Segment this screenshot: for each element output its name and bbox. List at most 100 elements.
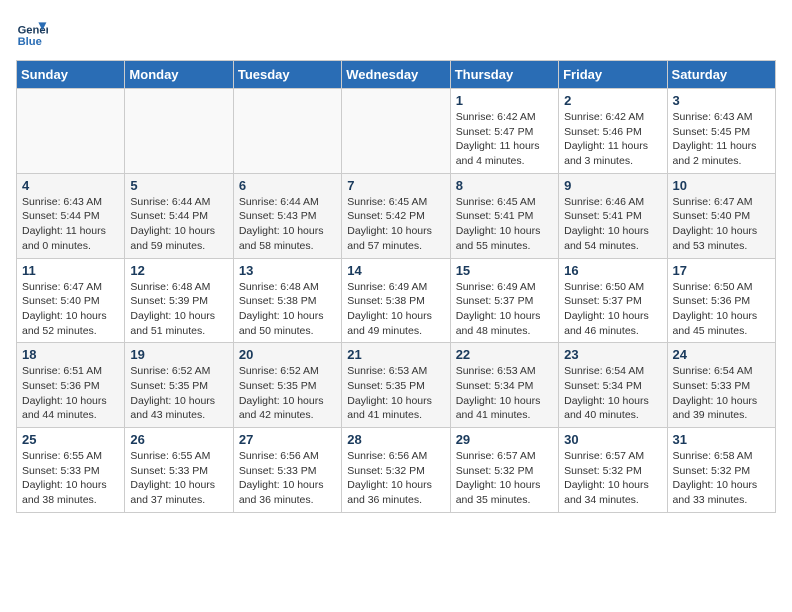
calendar-cell: 14 Sunrise: 6:49 AM Sunset: 5:38 PM Dayli… bbox=[342, 258, 450, 343]
day-number: 4 bbox=[22, 178, 119, 193]
day-info: Sunrise: 6:56 AM Sunset: 5:32 PM Dayligh… bbox=[347, 449, 444, 508]
day-number: 23 bbox=[564, 347, 661, 362]
day-info: Sunrise: 6:43 AM Sunset: 5:45 PM Dayligh… bbox=[673, 110, 770, 169]
calendar-cell: 22 Sunrise: 6:53 AM Sunset: 5:34 PM Dayli… bbox=[450, 343, 558, 428]
calendar-week: 18 Sunrise: 6:51 AM Sunset: 5:36 PM Dayli… bbox=[17, 343, 776, 428]
calendar-week: 25 Sunrise: 6:55 AM Sunset: 5:33 PM Dayli… bbox=[17, 428, 776, 513]
day-info: Sunrise: 6:46 AM Sunset: 5:41 PM Dayligh… bbox=[564, 195, 661, 254]
calendar-cell: 29 Sunrise: 6:57 AM Sunset: 5:32 PM Dayli… bbox=[450, 428, 558, 513]
calendar-cell bbox=[125, 89, 233, 174]
calendar-cell: 8 Sunrise: 6:45 AM Sunset: 5:41 PM Daylig… bbox=[450, 173, 558, 258]
calendar-cell: 4 Sunrise: 6:43 AM Sunset: 5:44 PM Daylig… bbox=[17, 173, 125, 258]
day-info: Sunrise: 6:55 AM Sunset: 5:33 PM Dayligh… bbox=[130, 449, 227, 508]
day-number: 1 bbox=[456, 93, 553, 108]
day-number: 20 bbox=[239, 347, 336, 362]
weekday-header: Wednesday bbox=[342, 61, 450, 89]
day-info: Sunrise: 6:48 AM Sunset: 5:38 PM Dayligh… bbox=[239, 280, 336, 339]
day-info: Sunrise: 6:48 AM Sunset: 5:39 PM Dayligh… bbox=[130, 280, 227, 339]
calendar-cell: 18 Sunrise: 6:51 AM Sunset: 5:36 PM Dayli… bbox=[17, 343, 125, 428]
day-number: 31 bbox=[673, 432, 770, 447]
calendar-cell: 24 Sunrise: 6:54 AM Sunset: 5:33 PM Dayli… bbox=[667, 343, 775, 428]
day-number: 16 bbox=[564, 263, 661, 278]
calendar-cell: 27Sunrise: 6:56 AM Sunset: 5:33 PM Dayli… bbox=[233, 428, 341, 513]
day-number: 26 bbox=[130, 432, 227, 447]
day-number: 24 bbox=[673, 347, 770, 362]
header: General Blue bbox=[16, 16, 776, 48]
day-number: 18 bbox=[22, 347, 119, 362]
calendar-cell: 3 Sunrise: 6:43 AM Sunset: 5:45 PM Daylig… bbox=[667, 89, 775, 174]
day-info: Sunrise: 6:53 AM Sunset: 5:35 PM Dayligh… bbox=[347, 364, 444, 423]
day-number: 17 bbox=[673, 263, 770, 278]
day-number: 5 bbox=[130, 178, 227, 193]
calendar-cell: 26 Sunrise: 6:55 AM Sunset: 5:33 PM Dayli… bbox=[125, 428, 233, 513]
calendar-cell bbox=[342, 89, 450, 174]
day-number: 22 bbox=[456, 347, 553, 362]
calendar-cell: 2 Sunrise: 6:42 AM Sunset: 5:46 PM Daylig… bbox=[559, 89, 667, 174]
day-info: Sunrise: 6:50 AM Sunset: 5:36 PM Dayligh… bbox=[673, 280, 770, 339]
day-number: 25 bbox=[22, 432, 119, 447]
day-number: 30 bbox=[564, 432, 661, 447]
day-number: 14 bbox=[347, 263, 444, 278]
calendar-cell: 25 Sunrise: 6:55 AM Sunset: 5:33 PM Dayli… bbox=[17, 428, 125, 513]
calendar-cell: 13 Sunrise: 6:48 AM Sunset: 5:38 PM Dayli… bbox=[233, 258, 341, 343]
day-info: Sunrise: 6:49 AM Sunset: 5:38 PM Dayligh… bbox=[347, 280, 444, 339]
calendar-cell: 15Sunrise: 6:49 AM Sunset: 5:37 PM Dayli… bbox=[450, 258, 558, 343]
calendar-header: SundayMondayTuesdayWednesdayThursdayFrid… bbox=[17, 61, 776, 89]
day-number: 12 bbox=[130, 263, 227, 278]
day-info: Sunrise: 6:44 AM Sunset: 5:44 PM Dayligh… bbox=[130, 195, 227, 254]
logo: General Blue bbox=[16, 16, 52, 48]
calendar-cell: 21Sunrise: 6:53 AM Sunset: 5:35 PM Dayli… bbox=[342, 343, 450, 428]
day-number: 13 bbox=[239, 263, 336, 278]
day-info: Sunrise: 6:57 AM Sunset: 5:32 PM Dayligh… bbox=[456, 449, 553, 508]
calendar-cell: 7Sunrise: 6:45 AM Sunset: 5:42 PM Daylig… bbox=[342, 173, 450, 258]
calendar-cell: 19 Sunrise: 6:52 AM Sunset: 5:35 PM Dayli… bbox=[125, 343, 233, 428]
day-info: Sunrise: 6:50 AM Sunset: 5:37 PM Dayligh… bbox=[564, 280, 661, 339]
weekday-header: Friday bbox=[559, 61, 667, 89]
day-info: Sunrise: 6:42 AM Sunset: 5:47 PM Dayligh… bbox=[456, 110, 553, 169]
calendar-cell: 9Sunrise: 6:46 AM Sunset: 5:41 PM Daylig… bbox=[559, 173, 667, 258]
calendar-cell: 31 Sunrise: 6:58 AM Sunset: 5:32 PM Dayli… bbox=[667, 428, 775, 513]
day-number: 2 bbox=[564, 93, 661, 108]
day-info: Sunrise: 6:45 AM Sunset: 5:41 PM Dayligh… bbox=[456, 195, 553, 254]
calendar-cell: 12 Sunrise: 6:48 AM Sunset: 5:39 PM Dayli… bbox=[125, 258, 233, 343]
day-info: Sunrise: 6:53 AM Sunset: 5:34 PM Dayligh… bbox=[456, 364, 553, 423]
logo-icon: General Blue bbox=[16, 16, 48, 48]
weekday-header: Thursday bbox=[450, 61, 558, 89]
calendar-cell: 6Sunrise: 6:44 AM Sunset: 5:43 PM Daylig… bbox=[233, 173, 341, 258]
day-number: 3 bbox=[673, 93, 770, 108]
day-number: 10 bbox=[673, 178, 770, 193]
day-number: 28 bbox=[347, 432, 444, 447]
calendar-week: 1 Sunrise: 6:42 AM Sunset: 5:47 PM Daylig… bbox=[17, 89, 776, 174]
weekday-header: Sunday bbox=[17, 61, 125, 89]
calendar-cell: 20 Sunrise: 6:52 AM Sunset: 5:35 PM Dayli… bbox=[233, 343, 341, 428]
calendar-cell bbox=[17, 89, 125, 174]
day-number: 19 bbox=[130, 347, 227, 362]
day-info: Sunrise: 6:51 AM Sunset: 5:36 PM Dayligh… bbox=[22, 364, 119, 423]
day-info: Sunrise: 6:52 AM Sunset: 5:35 PM Dayligh… bbox=[239, 364, 336, 423]
calendar-cell bbox=[233, 89, 341, 174]
calendar-cell: 17 Sunrise: 6:50 AM Sunset: 5:36 PM Dayli… bbox=[667, 258, 775, 343]
weekday-header: Monday bbox=[125, 61, 233, 89]
day-info: Sunrise: 6:58 AM Sunset: 5:32 PM Dayligh… bbox=[673, 449, 770, 508]
weekday-header: Saturday bbox=[667, 61, 775, 89]
day-number: 8 bbox=[456, 178, 553, 193]
weekday-header: Tuesday bbox=[233, 61, 341, 89]
calendar-cell: 28 Sunrise: 6:56 AM Sunset: 5:32 PM Dayli… bbox=[342, 428, 450, 513]
day-number: 29 bbox=[456, 432, 553, 447]
day-number: 6 bbox=[239, 178, 336, 193]
calendar-table: SundayMondayTuesdayWednesdayThursdayFrid… bbox=[16, 60, 776, 513]
day-info: Sunrise: 6:42 AM Sunset: 5:46 PM Dayligh… bbox=[564, 110, 661, 169]
day-info: Sunrise: 6:52 AM Sunset: 5:35 PM Dayligh… bbox=[130, 364, 227, 423]
day-number: 11 bbox=[22, 263, 119, 278]
day-info: Sunrise: 6:47 AM Sunset: 5:40 PM Dayligh… bbox=[22, 280, 119, 339]
day-info: Sunrise: 6:54 AM Sunset: 5:33 PM Dayligh… bbox=[673, 364, 770, 423]
calendar-cell: 11 Sunrise: 6:47 AM Sunset: 5:40 PM Dayli… bbox=[17, 258, 125, 343]
day-number: 27 bbox=[239, 432, 336, 447]
day-info: Sunrise: 6:49 AM Sunset: 5:37 PM Dayligh… bbox=[456, 280, 553, 339]
day-info: Sunrise: 6:43 AM Sunset: 5:44 PM Dayligh… bbox=[22, 195, 119, 254]
day-info: Sunrise: 6:55 AM Sunset: 5:33 PM Dayligh… bbox=[22, 449, 119, 508]
day-info: Sunrise: 6:54 AM Sunset: 5:34 PM Dayligh… bbox=[564, 364, 661, 423]
day-info: Sunrise: 6:47 AM Sunset: 5:40 PM Dayligh… bbox=[673, 195, 770, 254]
calendar-cell: 10 Sunrise: 6:47 AM Sunset: 5:40 PM Dayli… bbox=[667, 173, 775, 258]
svg-text:Blue: Blue bbox=[18, 36, 42, 48]
